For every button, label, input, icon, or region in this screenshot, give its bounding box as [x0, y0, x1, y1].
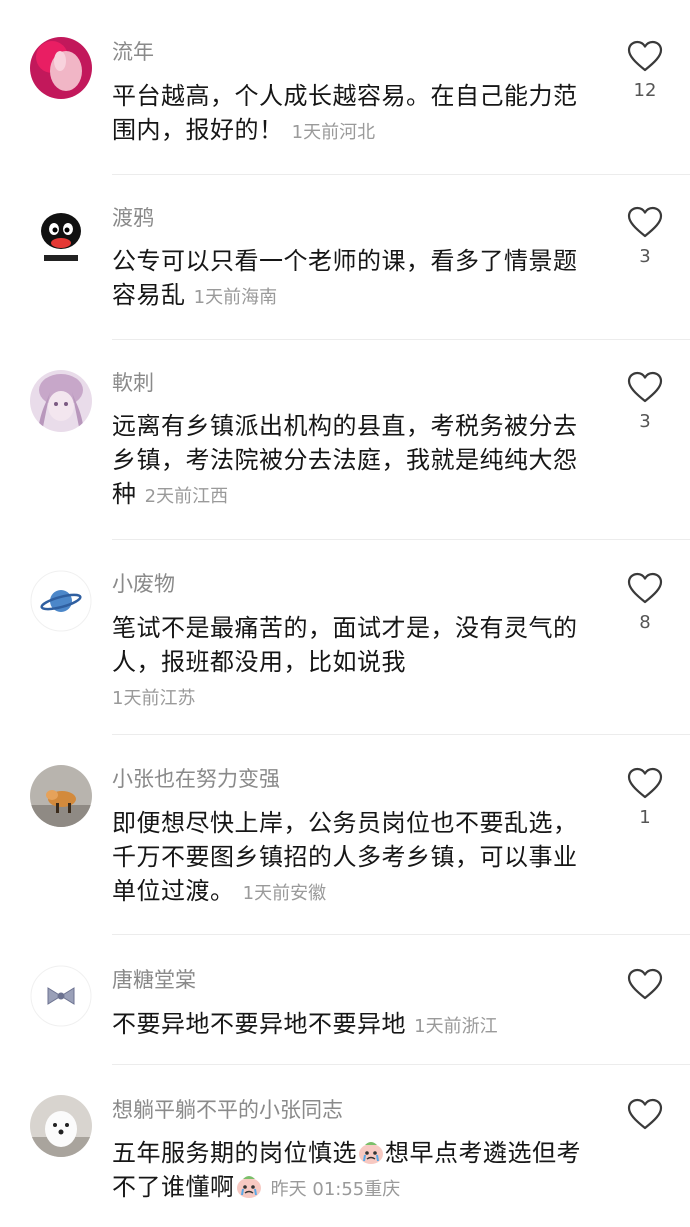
like-count: 3 [639, 411, 651, 432]
avatar[interactable] [30, 205, 92, 267]
like-count: 3 [639, 246, 651, 267]
comment-location: 浙江 [461, 1016, 498, 1037]
comment-text: 公专可以只看一个老师的课，看多了情景题容易乱 1天前海南 [112, 244, 582, 315]
username[interactable]: 軟刺 [112, 369, 154, 397]
comment-location: 江苏 [159, 688, 196, 709]
comment-body: 公专可以只看一个老师的课，看多了情景题容易乱 [112, 247, 578, 309]
username[interactable]: 想躺平躺不平的小张同志 [112, 1096, 343, 1124]
comment-time: 1天前 [291, 122, 340, 143]
comment-item: 小张也在努力变强 即便想尽快上岸，公务员岗位也不要乱选，千万不要图乡镇招的人多考… [0, 735, 690, 935]
comment-location: 重庆 [364, 1179, 401, 1200]
heart-icon [627, 206, 663, 238]
comment-item: 流年 平台越高，个人成长越容易。在自己能力范围内，报好的！ 1天前河北 12 [0, 0, 690, 175]
comment-item: 軟刺 远离有乡镇派出机构的县直，考税务被分去乡镇，考法院被分去法庭，我就是纯纯大… [0, 340, 690, 540]
comment-text: 远离有乡镇派出机构的县直，考税务被分去乡镇，考法院被分去法庭，我就是纯纯大怨种 … [112, 409, 582, 514]
like-count: 8 [639, 612, 651, 633]
heart-icon [627, 572, 663, 604]
comment-text: 不要异地不要异地不要异地 1天前浙江 [112, 1007, 582, 1044]
heart-icon [627, 1098, 663, 1130]
comment-location: 江西 [192, 486, 229, 507]
comment-body: 不要异地不要异地不要异地 [112, 1010, 406, 1038]
comment-text: 平台越高，个人成长越容易。在自己能力范围内，报好的！ 1天前河北 [112, 79, 582, 150]
username[interactable]: 流年 [112, 38, 154, 66]
like-button[interactable]: 8 [622, 572, 668, 634]
like-count: 1 [639, 807, 651, 828]
comment-location: 海南 [241, 287, 278, 308]
like-button[interactable]: 12 [622, 40, 668, 102]
avatar[interactable] [30, 1095, 92, 1157]
comment-item: 唐糖堂棠 不要异地不要异地不要异地 1天前浙江 [0, 935, 690, 1065]
comment-time: 1天前 [193, 287, 242, 308]
comment-item: 渡鸦 公专可以只看一个老师的课，看多了情景题容易乱 1天前海南 3 [0, 175, 690, 340]
like-button[interactable]: 3 [622, 371, 668, 433]
heart-icon [627, 371, 663, 403]
comment-time: 1天前 [242, 883, 291, 904]
like-button[interactable] [622, 968, 668, 1000]
crying-face-emoji [359, 1142, 383, 1164]
like-button[interactable]: 1 [622, 767, 668, 829]
comment-text: 五年服务期的岗位慎选 想早点考遴选但考不了谁懂啊 昨天 01:55重庆 [112, 1136, 582, 1207]
comment-text: 即便想尽快上岸，公务员岗位也不要乱选，千万不要图乡镇招的人多考乡镇，可以事业单位… [112, 806, 582, 911]
comment-location: 河北 [339, 122, 376, 143]
username[interactable]: 唐糖堂棠 [112, 966, 196, 994]
avatar[interactable] [30, 570, 92, 632]
avatar[interactable] [30, 37, 92, 99]
comment-list: 流年 平台越高，个人成长越容易。在自己能力范围内，报好的！ 1天前河北 12 渡 [0, 0, 690, 1227]
comment-location: 安徽 [290, 883, 327, 904]
comment-time: 昨天 01:55 [270, 1179, 365, 1200]
like-count: 12 [633, 80, 657, 101]
heart-icon [627, 40, 663, 72]
comment-time: 1天前 [414, 1016, 462, 1037]
avatar[interactable] [30, 765, 92, 827]
comment-body: 五年服务期的岗位慎选 [112, 1139, 357, 1167]
comment-time: 1天前 [112, 688, 160, 709]
comment-text: 笔试不是最痛苦的，面试才是，没有灵气的人，报班都没用，比如说我 1天前江苏 [112, 611, 582, 716]
comment-item: 想躺平躺不平的小张同志 五年服务期的岗位慎选 想早点考遴选但考不了谁懂啊 昨天 0… [0, 1065, 690, 1227]
comment-item: 小废物 笔试不是最痛苦的，面试才是，没有灵气的人，报班都没用，比如说我 1天前江… [0, 540, 690, 735]
heart-icon [627, 968, 663, 1000]
username[interactable]: 渡鸦 [112, 204, 154, 232]
avatar[interactable] [30, 965, 92, 1027]
comment-body: 笔试不是最痛苦的，面试才是，没有灵气的人，报班都没用，比如说我 [112, 614, 578, 676]
comment-time: 2天前 [144, 486, 193, 507]
like-button[interactable]: 3 [622, 206, 668, 268]
username[interactable]: 小张也在努力变强 [112, 765, 280, 793]
username[interactable]: 小废物 [112, 570, 175, 598]
comment-body: 即便想尽快上岸，公务员岗位也不要乱选，千万不要图乡镇招的人多考乡镇，可以事业单位… [112, 809, 578, 905]
like-button[interactable] [622, 1098, 668, 1130]
crying-face-emoji [236, 1176, 261, 1198]
heart-icon [627, 767, 663, 799]
avatar[interactable] [30, 370, 92, 432]
